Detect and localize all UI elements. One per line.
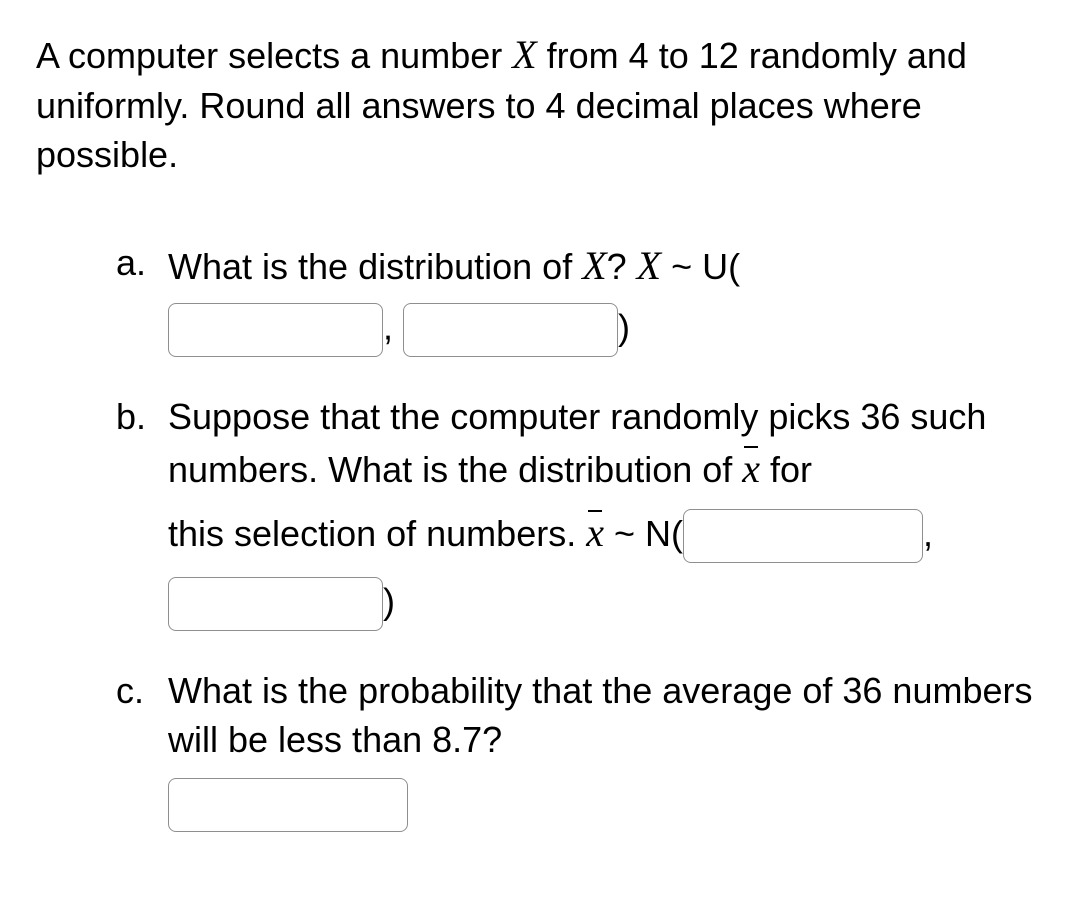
question-list: a. What is the distribution of X? X ~ U(… bbox=[36, 239, 1044, 832]
b-dist: N( bbox=[645, 513, 683, 554]
b-line1-text: Suppose that the computer randomly picks… bbox=[168, 396, 986, 490]
b-xbar: x bbox=[742, 442, 760, 496]
a-q: ? bbox=[607, 246, 637, 287]
question-a-body: What is the distribution of X? X ~ U( bbox=[168, 239, 1044, 293]
a-dist: U( bbox=[702, 246, 740, 287]
a-close: ) bbox=[618, 307, 630, 348]
b-input-mean[interactable] bbox=[683, 509, 923, 563]
a-input-row: , ) bbox=[168, 303, 1044, 357]
b-xbar2: x bbox=[586, 506, 604, 560]
question-b-line2: this selection of numbers. x ~ N(, bbox=[168, 506, 1044, 563]
a-tilde: ~ bbox=[661, 246, 702, 287]
a-input-upper[interactable] bbox=[403, 303, 618, 357]
c-input-row bbox=[168, 778, 1044, 832]
question-b: b. Suppose that the computer randomly pi… bbox=[116, 393, 1044, 631]
b-input-sd[interactable] bbox=[168, 577, 383, 631]
a-var-x2: X bbox=[637, 243, 661, 288]
b-input-row2: ) bbox=[168, 577, 1044, 631]
question-c-text: What is the probability that the average… bbox=[168, 667, 1044, 764]
intro-text: A computer selects a number X from 4 to … bbox=[36, 28, 1044, 179]
b-line1-end: for bbox=[760, 449, 812, 490]
marker-b: b. bbox=[116, 393, 146, 442]
question-b-line1: Suppose that the computer randomly picks… bbox=[168, 393, 1044, 496]
intro-pre: A computer selects a number bbox=[36, 35, 512, 76]
c-input-probability[interactable] bbox=[168, 778, 408, 832]
intro-var-x: X bbox=[512, 32, 536, 77]
marker-a: a. bbox=[116, 239, 146, 288]
a-pre: What is the distribution of bbox=[168, 246, 582, 287]
marker-c: c. bbox=[116, 667, 144, 716]
b-line2-pre: this selection of numbers. bbox=[168, 513, 586, 554]
question-a: a. What is the distribution of X? X ~ U(… bbox=[116, 239, 1044, 357]
a-input-lower[interactable] bbox=[168, 303, 383, 357]
b-close: ) bbox=[383, 581, 395, 622]
b-comma: , bbox=[923, 513, 933, 554]
question-c: c. What is the probability that the aver… bbox=[116, 667, 1044, 832]
a-var-x: X bbox=[582, 243, 606, 288]
a-comma: , bbox=[383, 307, 393, 348]
b-tilde: ~ bbox=[604, 513, 645, 554]
